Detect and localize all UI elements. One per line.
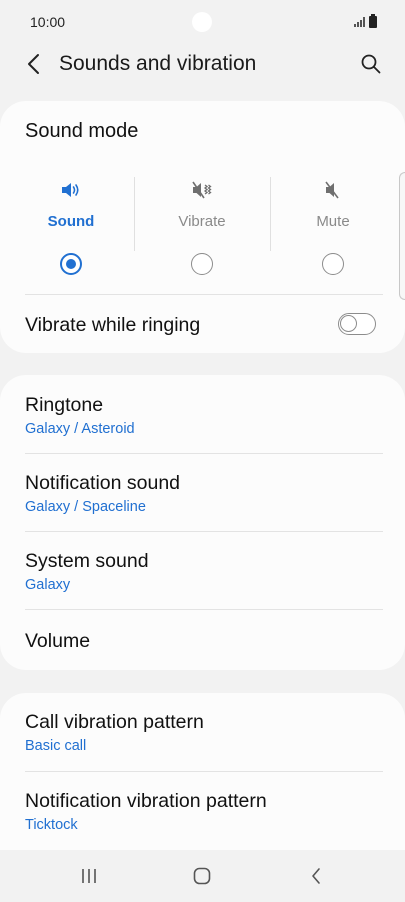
battery-icon xyxy=(369,14,377,28)
divider xyxy=(25,294,383,295)
speaker-mute-icon xyxy=(322,179,344,201)
recent-apps-icon[interactable] xyxy=(69,862,109,890)
mode-mute-radio[interactable] xyxy=(322,253,344,275)
system-sound-value: Galaxy xyxy=(25,577,71,593)
sound-mode-card: Sound mode Sound Vibrate Mute Vibrate wh… xyxy=(0,101,405,353)
ringtone-value: Galaxy / Asteroid xyxy=(25,421,135,437)
divider xyxy=(25,453,383,454)
app-bar: Sounds and vibration xyxy=(0,44,405,84)
navigation-bar xyxy=(0,850,405,902)
divider xyxy=(25,531,383,532)
sound-mode-title: Sound mode xyxy=(25,120,139,142)
page-title: Sounds and vibration xyxy=(59,52,257,75)
vibrate-while-ringing-toggle[interactable] xyxy=(338,313,376,335)
call-vibration-pattern-label: Call vibration pattern xyxy=(25,711,204,733)
notification-sound-value: Galaxy / Spaceline xyxy=(25,499,146,515)
vibrate-icon xyxy=(191,179,213,201)
mode-vibrate-radio[interactable] xyxy=(191,253,213,275)
system-sound-label: System sound xyxy=(25,550,149,572)
ringtone-label: Ringtone xyxy=(25,394,104,416)
mode-vibrate-label: Vibrate xyxy=(178,213,226,230)
back-icon[interactable] xyxy=(296,862,336,890)
divider xyxy=(25,609,383,610)
status-icons xyxy=(354,14,377,28)
speaker-on-icon xyxy=(60,179,82,201)
vibration-card: Call vibration pattern Basic call Notifi… xyxy=(0,693,405,853)
mode-mute[interactable]: Mute xyxy=(266,171,400,281)
notification-sound-label: Notification sound xyxy=(25,472,181,494)
mode-sound-radio[interactable] xyxy=(60,253,82,275)
mode-vibrate[interactable]: Vibrate xyxy=(135,171,269,281)
notification-vibration-pattern-label: Notification vibration pattern xyxy=(25,790,267,812)
search-icon[interactable] xyxy=(357,50,385,78)
mode-sound[interactable]: Sound xyxy=(4,171,138,281)
scrollbar[interactable] xyxy=(399,172,405,300)
camera-cutout xyxy=(192,12,212,32)
mode-mute-label: Mute xyxy=(316,213,350,230)
vibrate-while-ringing-label[interactable]: Vibrate while ringing xyxy=(25,314,200,337)
sound-mode-options: Sound Vibrate Mute xyxy=(0,171,405,281)
back-arrow-icon[interactable] xyxy=(20,50,48,78)
sounds-card: Ringtone Galaxy / Asteroid Notification … xyxy=(0,375,405,670)
mode-sound-label: Sound xyxy=(47,213,95,230)
status-time: 10:00 xyxy=(30,14,66,30)
home-icon[interactable] xyxy=(182,862,222,890)
call-vibration-pattern-value: Basic call xyxy=(25,738,87,754)
signal-icon xyxy=(354,17,365,27)
divider xyxy=(25,771,383,772)
volume-label: Volume xyxy=(25,630,91,652)
notification-vibration-pattern-value: Ticktock xyxy=(25,817,78,833)
